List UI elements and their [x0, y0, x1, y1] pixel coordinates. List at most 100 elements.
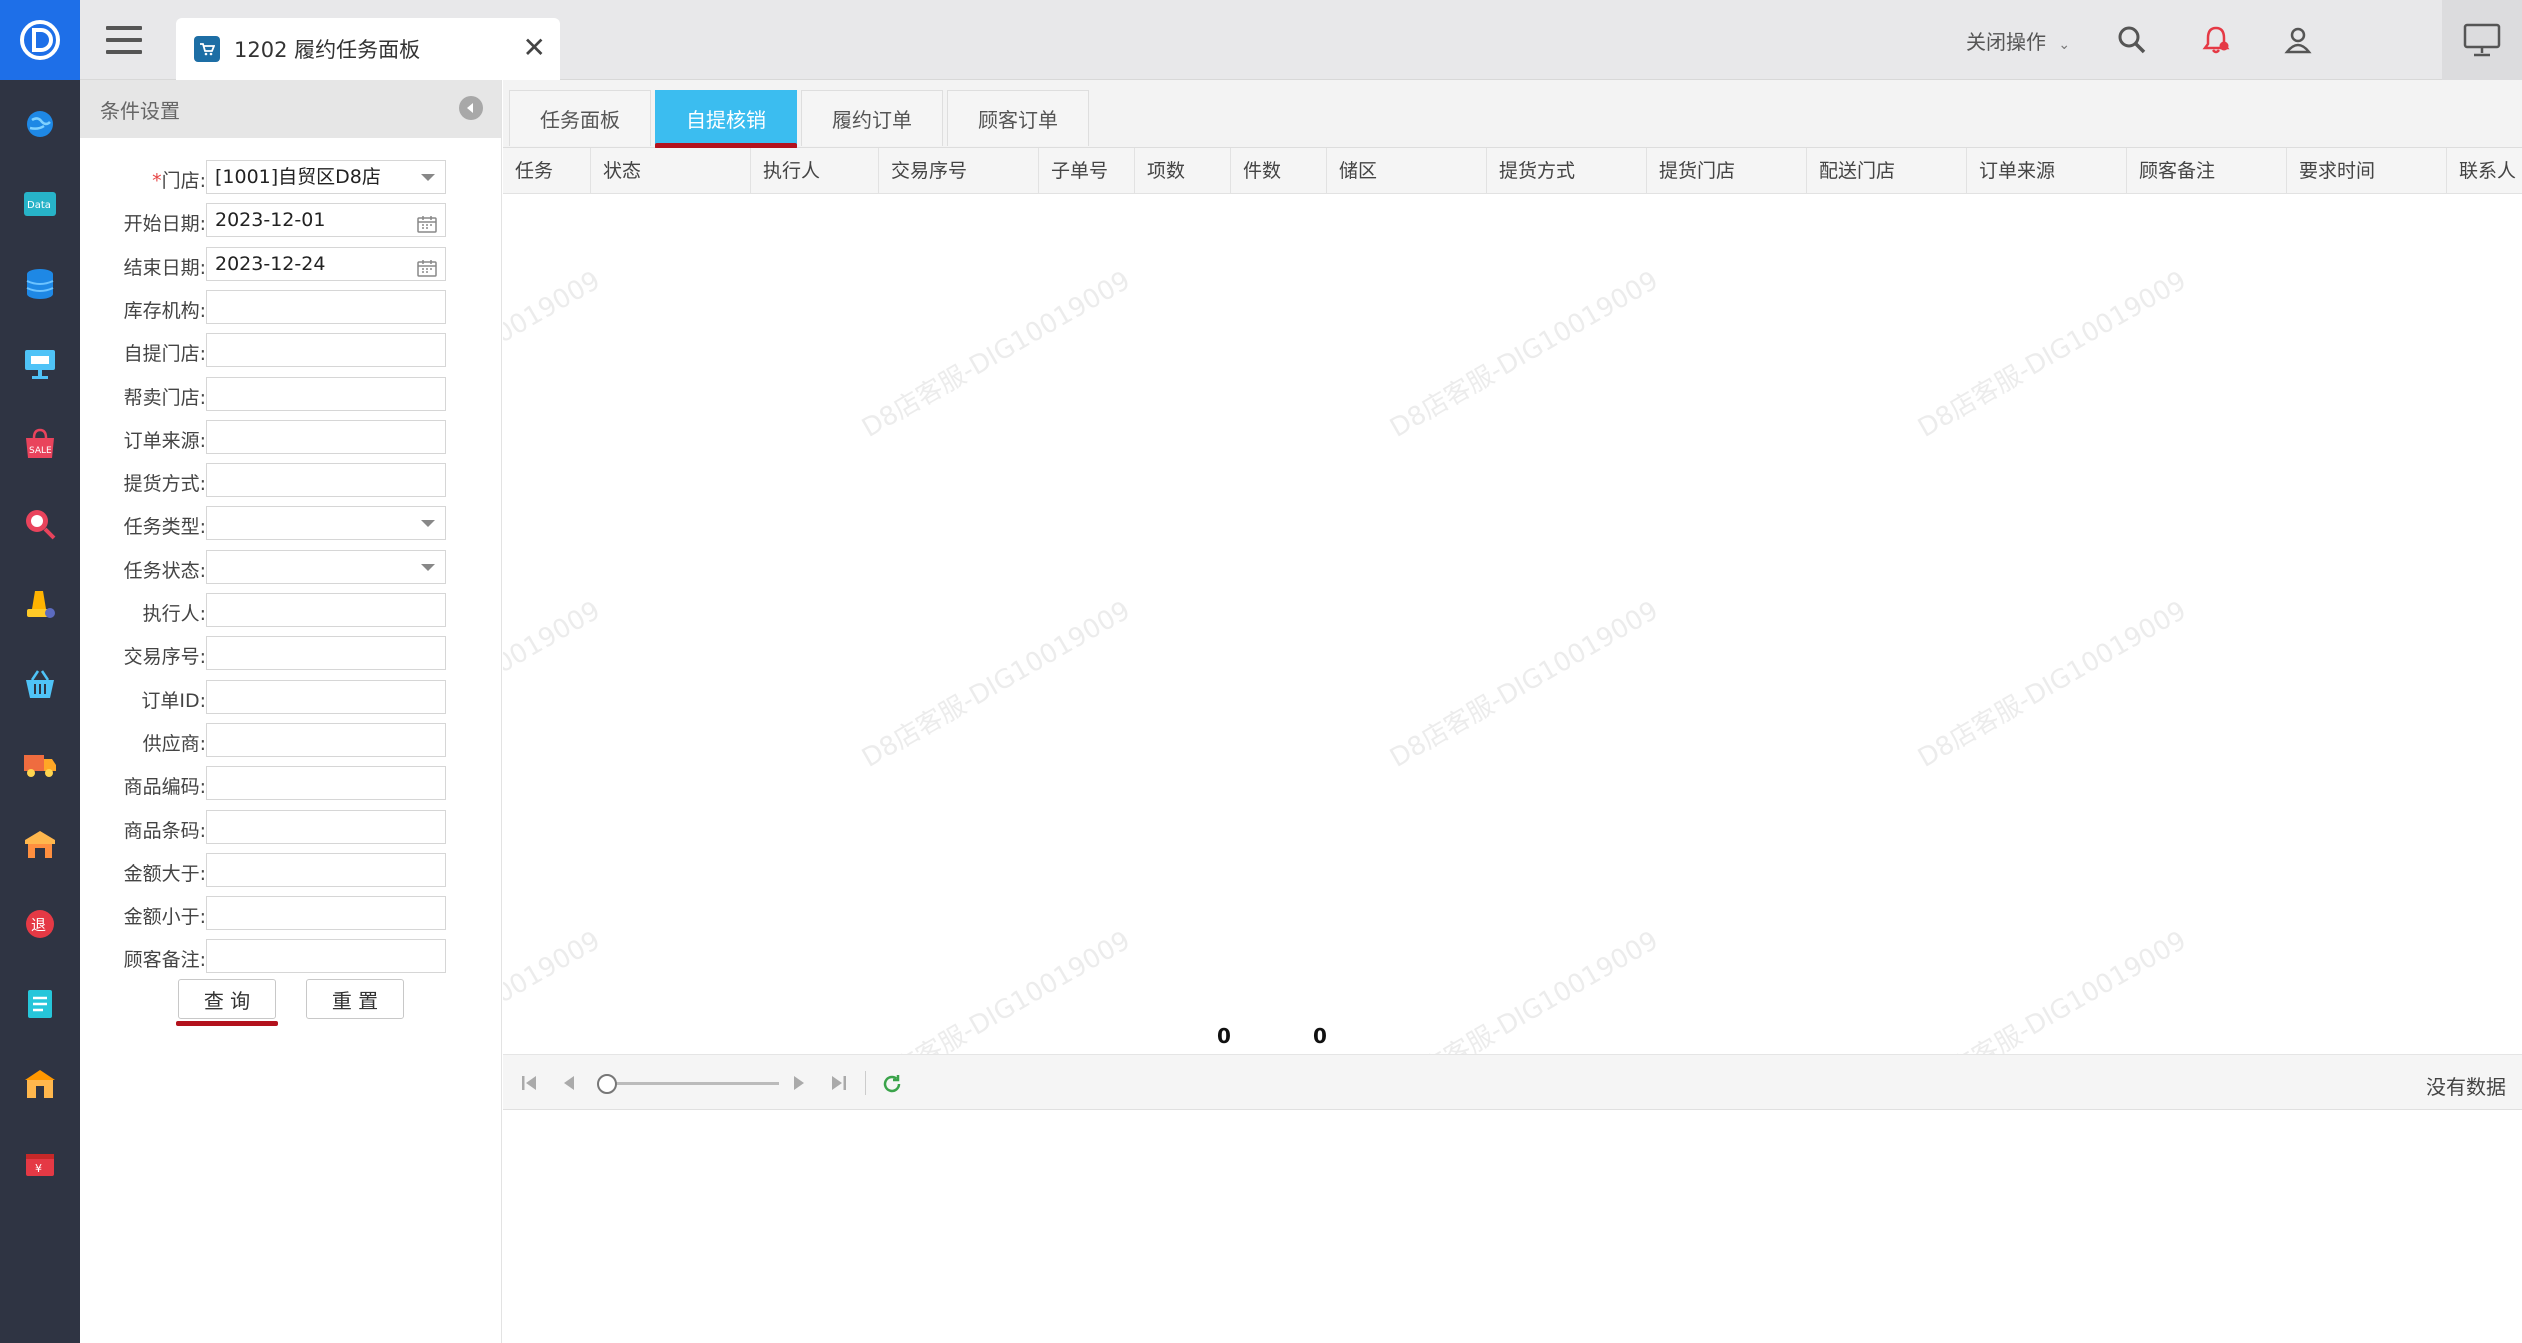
condition-text-input[interactable]	[206, 333, 446, 367]
condition-text-input[interactable]	[206, 896, 446, 930]
action-buttons: 查 询 重 置	[80, 979, 502, 1039]
prev-page-icon[interactable]	[559, 1073, 579, 1093]
condition-panel: 条件设置 *门店: [1001]自贸区D8店 开始日期: 2023-12-01 结束日期…	[80, 80, 502, 1343]
condition-text-input[interactable]	[206, 680, 446, 714]
app-logo[interactable]	[0, 0, 80, 80]
calendar-icon[interactable]	[417, 255, 437, 277]
grid-column-header[interactable]: 顾客备注	[2127, 148, 2287, 193]
globe-icon[interactable]	[16, 100, 64, 148]
monitor-screen-icon	[2463, 23, 2501, 57]
close-tab-icon[interactable]: ✕	[523, 34, 546, 62]
condition-field-row: 任务类型:	[80, 506, 502, 542]
condition-select[interactable]	[206, 506, 446, 540]
condition-text-input[interactable]	[206, 853, 446, 887]
grid-column-header[interactable]: 子单号	[1039, 148, 1135, 193]
grid-column-header[interactable]: 执行人	[751, 148, 879, 193]
basket-icon[interactable]	[16, 660, 64, 708]
grid-column-header[interactable]: 提货方式	[1487, 148, 1647, 193]
condition-text-input[interactable]	[206, 636, 446, 670]
search-icon[interactable]	[2114, 22, 2150, 58]
condition-text-input[interactable]	[206, 420, 446, 454]
condition-text-input[interactable]	[206, 939, 446, 973]
query-button[interactable]: 查 询	[178, 979, 276, 1019]
sale-icon[interactable]: SALE	[16, 420, 64, 468]
dropdown-caret-icon[interactable]	[421, 520, 435, 527]
condition-date-input[interactable]: 2023-12-24	[206, 247, 446, 281]
ledger-icon[interactable]	[16, 980, 64, 1028]
condition-text-input[interactable]	[206, 593, 446, 627]
condition-field-label-text: 结束日期:	[123, 257, 206, 279]
pager-status: 没有数据	[2426, 1075, 2506, 1099]
condition-text-input[interactable]	[206, 766, 446, 800]
condition-text-input[interactable]	[206, 290, 446, 324]
close-operations-dropdown[interactable]: 关闭操作 ⌄	[1966, 26, 2070, 55]
return-icon[interactable]: 退	[16, 900, 64, 948]
user-icon[interactable]	[2280, 22, 2316, 58]
grid-column-header[interactable]: 提货门店	[1647, 148, 1807, 193]
condition-text-input[interactable]	[206, 810, 446, 844]
last-page-icon[interactable]	[829, 1073, 849, 1093]
summary-pieces-count: 0	[1313, 1024, 1327, 1048]
grid-column-header[interactable]: 件数	[1231, 148, 1327, 193]
warehouse-icon[interactable]	[16, 820, 64, 868]
pagination-bar: 没有数据	[503, 1054, 2522, 1110]
condition-field-row: 自提门店:	[80, 333, 502, 369]
page-slider-track[interactable]	[603, 1082, 779, 1085]
condition-field-label: 订单ID:	[141, 686, 206, 713]
grid-column-header[interactable]: 订单来源	[1967, 148, 2127, 193]
tab-task-board[interactable]: 任务面板	[509, 90, 651, 146]
menu-toggle-icon[interactable]	[106, 26, 142, 54]
tab-self-pickup-verify[interactable]: 自提核销	[655, 90, 797, 146]
condition-field-label: 交易序号:	[124, 642, 206, 669]
tab-customer-orders[interactable]: 顾客订单	[947, 90, 1089, 146]
logo-icon	[20, 20, 60, 60]
condition-text-input[interactable]	[206, 723, 446, 757]
collapse-panel-icon[interactable]	[459, 96, 483, 120]
condition-select[interactable]	[206, 550, 446, 584]
condition-field-label-text: 顾客备注:	[123, 949, 206, 971]
search-report-icon[interactable]	[16, 500, 64, 548]
reset-button[interactable]: 重 置	[306, 979, 404, 1019]
document-tab[interactable]: 1202 履约任务面板 ✕	[176, 18, 560, 80]
grid-column-header[interactable]: 交易序号	[879, 148, 1039, 193]
database-icon[interactable]	[16, 260, 64, 308]
condition-text-input[interactable]	[206, 377, 446, 411]
condition-field-row: 商品条码:	[80, 810, 502, 846]
fullscreen-button[interactable]	[2442, 0, 2522, 80]
data-icon[interactable]: Data	[16, 180, 64, 228]
notification-bell-icon[interactable]	[2198, 22, 2234, 58]
store-icon[interactable]	[16, 1060, 64, 1108]
grid-column-header[interactable]: 联系人	[2447, 148, 2522, 193]
condition-date-input[interactable]: 2023-12-01	[206, 203, 446, 237]
condition-select[interactable]: [1001]自贸区D8店	[206, 160, 446, 194]
first-page-icon[interactable]	[519, 1073, 539, 1093]
monitor-icon[interactable]	[16, 340, 64, 388]
coupon-icon[interactable]: ¥	[16, 1140, 64, 1188]
watermark-text: D8店客服-DIG10019009	[1913, 925, 2192, 1064]
main-area: 任务面板 自提核销 履约订单 顾客订单 任务 状态 执行人 交易序号 子单号 项数 件数 储区…	[503, 80, 2522, 1343]
condition-field-row: 提货方式:	[80, 463, 502, 499]
grid-column-header[interactable]: 要求时间	[2287, 148, 2447, 193]
svg-text:SALE: SALE	[29, 446, 52, 456]
truck-icon[interactable]	[16, 740, 64, 788]
condition-field-value: [1001]自贸区D8店	[215, 166, 381, 188]
grid-column-header[interactable]: 任务	[503, 148, 591, 193]
condition-field-label-text: 库存机构:	[123, 300, 206, 322]
calendar-icon[interactable]	[417, 211, 437, 233]
tab-fulfillment-orders[interactable]: 履约订单	[801, 90, 943, 146]
dropdown-caret-icon[interactable]	[421, 174, 435, 181]
condition-field-value: 2023-12-01	[215, 209, 326, 231]
page-slider-knob[interactable]	[597, 1074, 617, 1094]
condition-field-label-text: 商品条码:	[123, 820, 206, 842]
refresh-icon[interactable]	[881, 1073, 901, 1093]
condition-text-input[interactable]	[206, 463, 446, 497]
next-page-icon[interactable]	[789, 1073, 809, 1093]
grid-column-header[interactable]: 配送门店	[1807, 148, 1967, 193]
condition-field-row: 订单来源:	[80, 420, 502, 456]
hand-icon[interactable]	[16, 580, 64, 628]
grid-column-header[interactable]: 储区	[1327, 148, 1487, 193]
dropdown-caret-icon[interactable]	[421, 564, 435, 571]
condition-field-label: 提货方式:	[124, 469, 206, 496]
grid-column-header[interactable]: 状态	[591, 148, 751, 193]
grid-column-header[interactable]: 项数	[1135, 148, 1231, 193]
